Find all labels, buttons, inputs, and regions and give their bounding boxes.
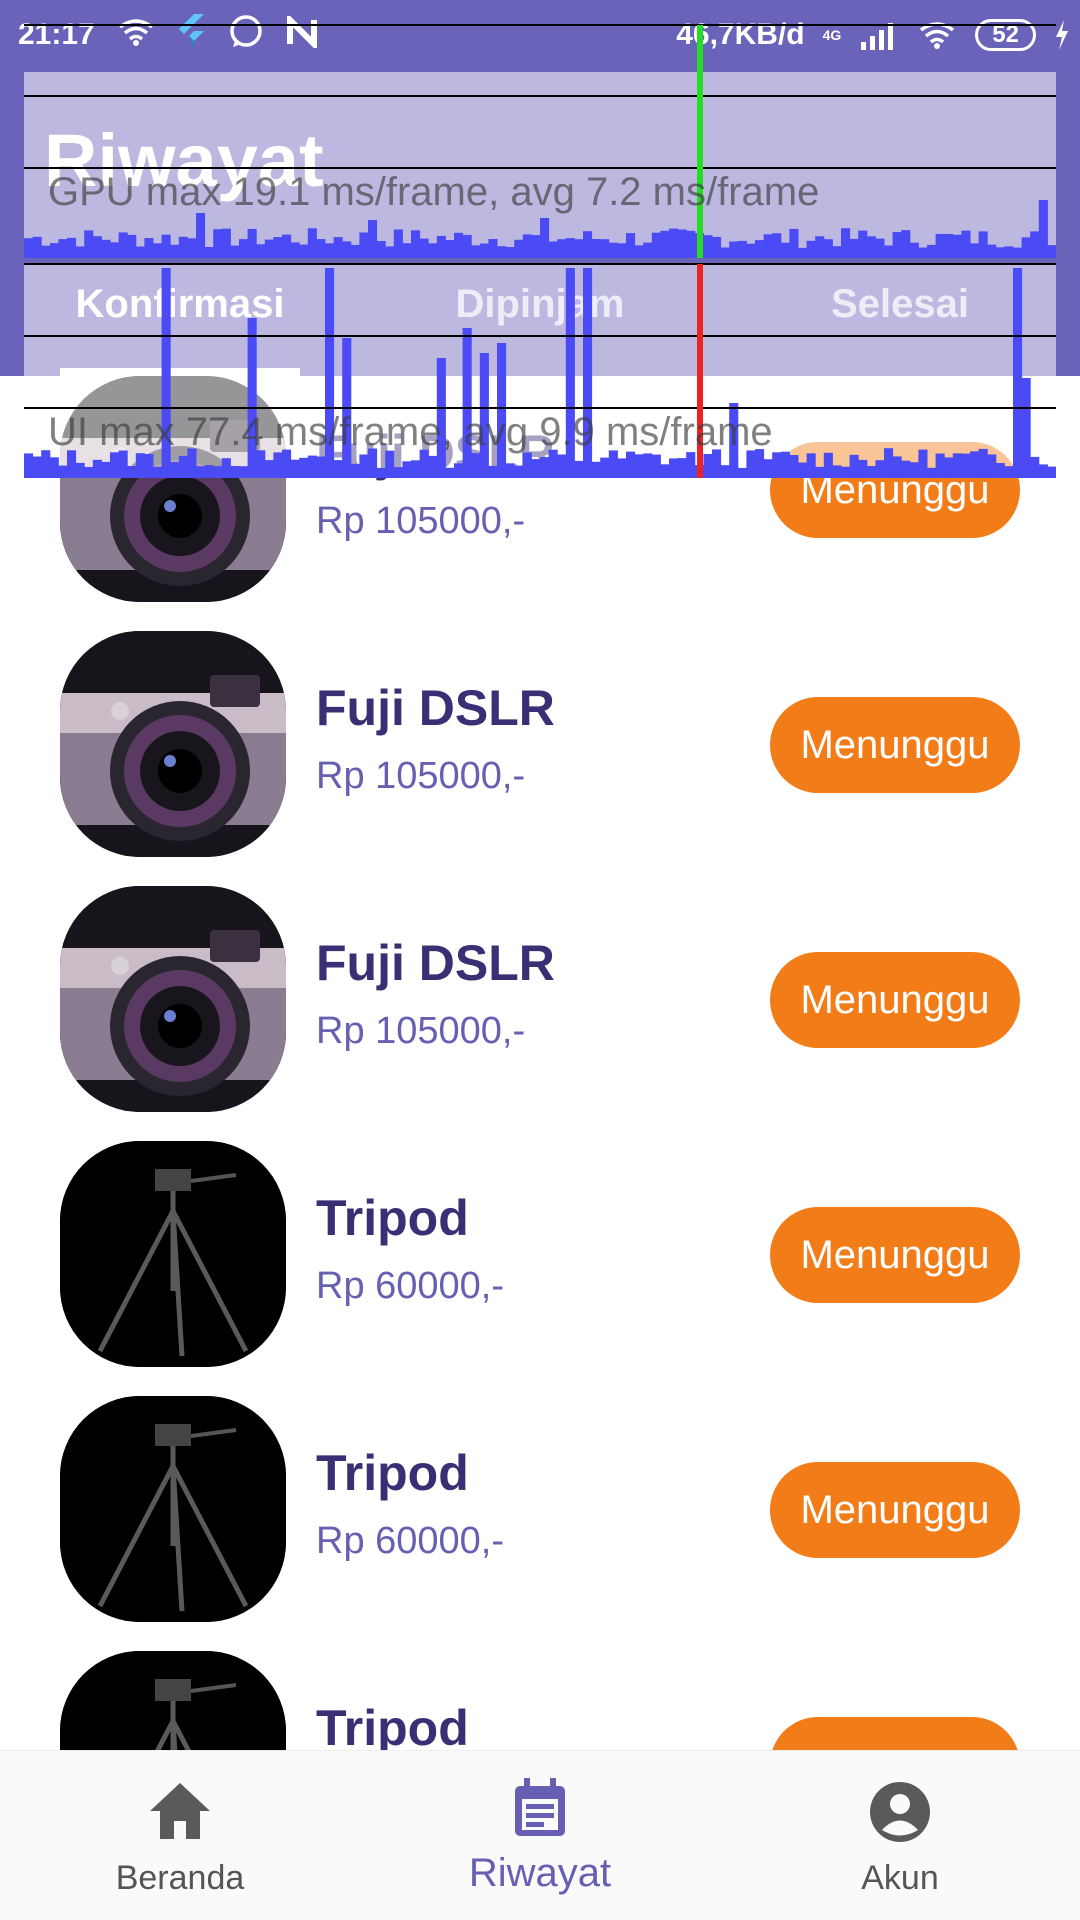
tab-selesai[interactable]: Selesai [720, 262, 1080, 376]
list-item[interactable]: Tripod Rp 60000,- Menunggu [0, 1111, 1080, 1367]
item-price: Rp 105000,- [316, 500, 526, 542]
item-price: Rp 60000,- [316, 1520, 505, 1562]
status-button[interactable]: Menunggu [770, 442, 1020, 538]
item-price: Rp 105000,- [316, 755, 526, 797]
item-name: Fuji DSLR [316, 935, 555, 991]
list-item[interactable]: Fuji DSLR Rp 105000,- Menunggu [0, 601, 1080, 857]
status-button[interactable]: Menunggu [770, 952, 1020, 1048]
list-item[interactable]: Tripod Rp 60000,- Menunggu [0, 1366, 1080, 1622]
battery-icon: 52 [975, 19, 1036, 51]
item-name: Tripod [316, 1700, 469, 1750]
network-speed: 46,7KB/d [676, 18, 805, 51]
screen: 21:17 46,7KB/d 4G 52 Riwayat Konfirmasi [0, 0, 1080, 1920]
item-price: Rp 60000,- [316, 1265, 505, 1307]
history-list[interactable]: Fuji DSLR Rp 105000,- Menunggu Fuji DSLR… [0, 376, 1080, 1750]
nav-item-riwayat[interactable]: Riwayat [360, 1751, 720, 1920]
tab-indicator [60, 368, 300, 376]
nav-item-beranda[interactable]: Beranda [0, 1751, 360, 1920]
status-button[interactable]: Menunggu [770, 697, 1020, 793]
account-icon [870, 1782, 930, 1842]
tab-dipinjam[interactable]: Dipinjam [360, 262, 720, 376]
tripod-image [60, 1651, 286, 1750]
status-button[interactable]: Menunggu [770, 1462, 1020, 1558]
wifi-icon [118, 19, 154, 46]
nav-label: Riwayat [468, 1851, 612, 1895]
app-bar: 21:17 46,7KB/d 4G 52 Riwayat Konfirmasi [0, 0, 1080, 376]
list-item[interactable]: Fuji DSLR Rp 105000,- Menunggu [0, 856, 1080, 1112]
tab-label: Dipinjam [455, 282, 625, 326]
network-type-label: 4G [822, 27, 842, 43]
whatsapp-icon [230, 15, 262, 47]
wifi-icon [920, 22, 955, 49]
signal-icon [861, 23, 894, 50]
list-item[interactable]: Fuji DSLR Rp 105000,- Menunggu [0, 376, 1080, 602]
camera-image [60, 886, 286, 1112]
tab-bar: Konfirmasi Dipinjam Selesai [0, 262, 1080, 376]
bottom-navigation: Beranda Riwayat Akun [0, 1750, 1080, 1920]
camera-image [60, 376, 286, 602]
charging-icon [1056, 20, 1068, 50]
item-name: Fuji DSLR [316, 680, 555, 736]
status-time: 21:17 [18, 18, 95, 51]
item-name: Tripod [316, 1190, 469, 1246]
tripod-image [60, 1396, 286, 1622]
tripod-image [60, 1141, 286, 1367]
item-name: Tripod [316, 1445, 469, 1501]
nav-label: Beranda [115, 1859, 245, 1897]
nav-item-akun[interactable]: Akun [720, 1751, 1080, 1920]
tab-label: Selesai [831, 282, 969, 326]
status-button[interactable] [770, 1717, 1020, 1750]
page-title: Riwayat [44, 119, 324, 202]
flutter-icon [179, 14, 204, 50]
status-button[interactable]: Menunggu [770, 1207, 1020, 1303]
item-price: Rp 105000,- [316, 1010, 526, 1052]
n-app-icon [287, 16, 317, 48]
nav-label: Akun [861, 1859, 939, 1897]
item-name: Fuji DSLR [316, 425, 555, 481]
camera-image [60, 631, 286, 857]
calendar-icon [515, 1778, 565, 1836]
home-icon [150, 1783, 210, 1839]
status-bar: 21:17 46,7KB/d 4G 52 [0, 0, 1080, 72]
tab-konfirmasi[interactable]: Konfirmasi [0, 262, 360, 376]
list-item[interactable]: Tripod [0, 1621, 1080, 1750]
tab-label: Konfirmasi [75, 282, 285, 326]
